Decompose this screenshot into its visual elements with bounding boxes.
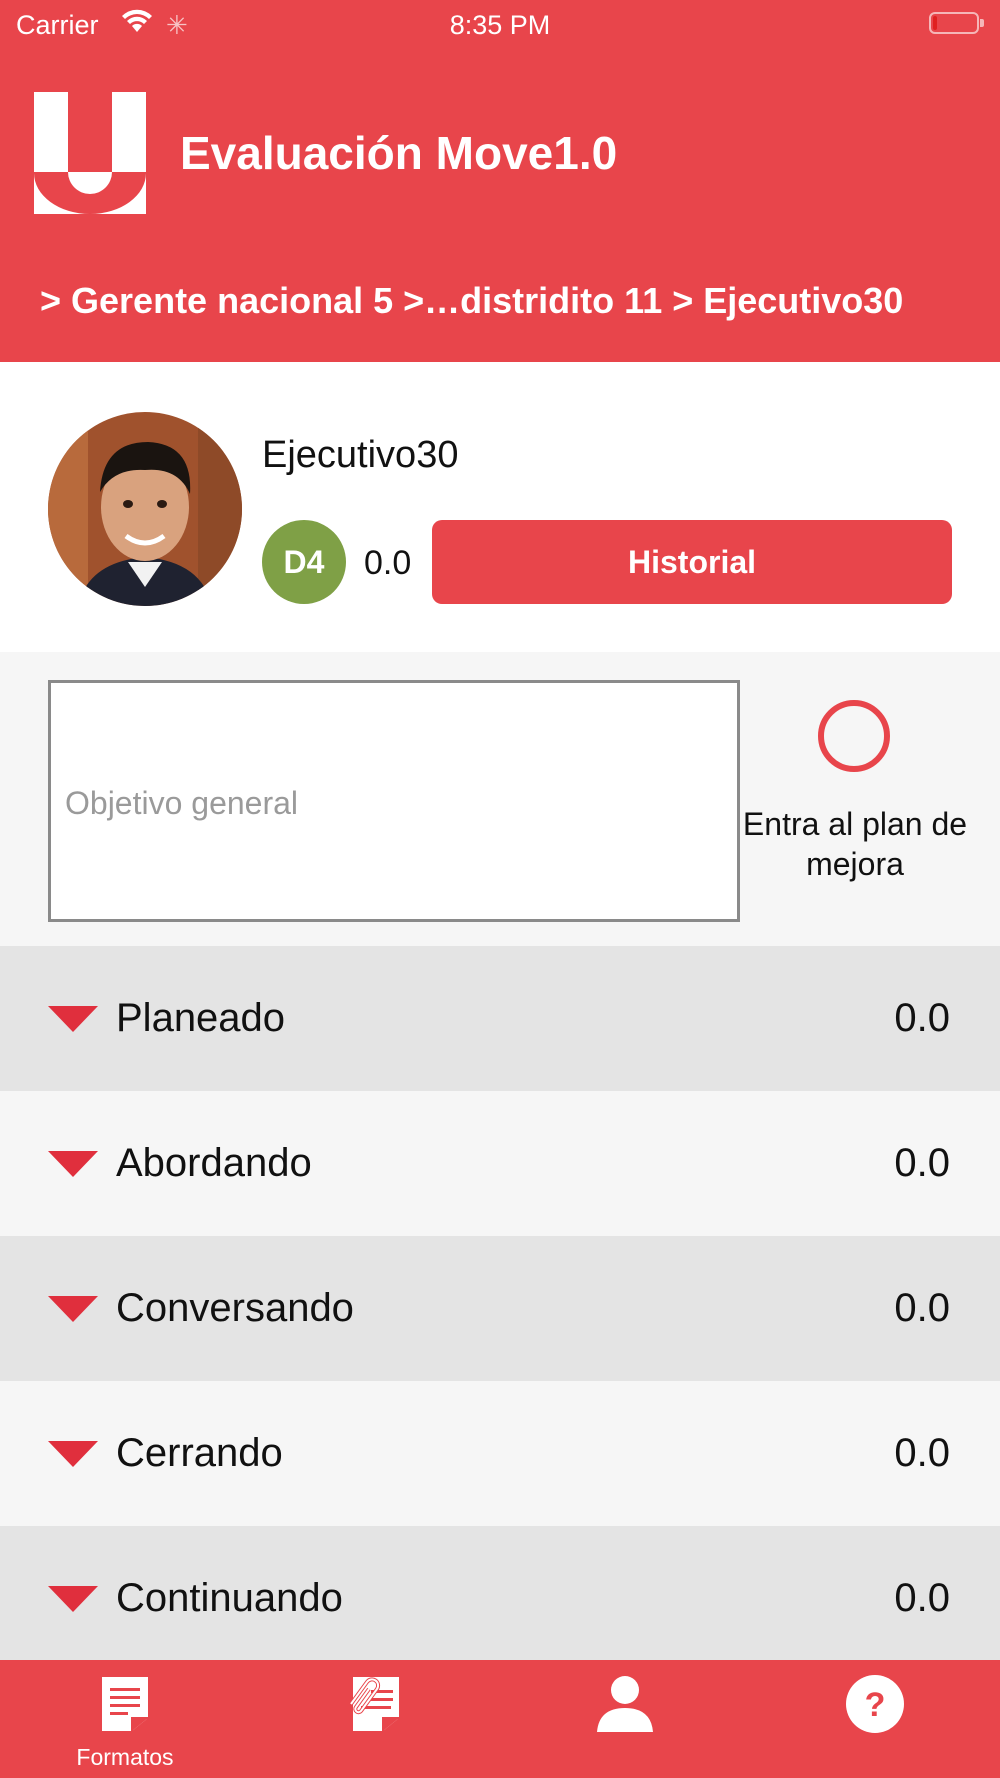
section-label: Cerrando [116,1431,283,1475]
chevron-down-icon [48,1151,98,1182]
historial-button[interactable]: Historial [432,520,952,604]
section-score: 0.0 [894,1286,950,1330]
tab-bar: Formatos ? [0,1660,1000,1778]
section-label: Conversando [116,1286,354,1330]
section-row-planeado[interactable]: Planeado 0.0 [0,946,1000,1091]
chevron-down-icon [48,1296,98,1327]
chevron-down-icon [48,1586,98,1617]
profile-card: Ejecutivo30 D4 0.0 Historial [0,362,1000,652]
section-score: 0.0 [894,1431,950,1475]
section-score: 0.0 [894,1141,950,1185]
user-name: Ejecutivo30 [262,434,459,476]
tab-formatos[interactable]: Formatos [0,1660,250,1778]
section-row-conversando[interactable]: Conversando 0.0 [0,1236,1000,1381]
improvement-plan-label: Entra al plan de mejora [742,806,968,882]
section-score: 0.0 [894,1576,950,1620]
u-logo-icon [34,92,146,219]
person-icon [500,1674,750,1734]
tab-label: Formatos [76,1744,174,1770]
tab-profile[interactable] [500,1660,750,1778]
attached-document-icon [250,1674,500,1734]
document-icon [0,1674,250,1734]
objective-section: Entra al plan de mejora [0,652,1000,946]
section-label: Planeado [116,996,286,1040]
tab-help[interactable]: ? [750,1660,1000,1778]
section-row-abordando[interactable]: Abordando 0.0 [0,1091,1000,1236]
level-badge: D4 [262,520,346,604]
chevron-down-icon [48,1441,98,1472]
app-header: Evaluación Move1.0 > Gerente nacional 5 … [0,50,1000,362]
avatar [48,412,242,606]
app-title: Evaluación Move1.0 [180,127,618,179]
help-icon: ? [750,1674,1000,1734]
breadcrumb[interactable]: > Gerente nacional 5 >…distridito 11 > E… [40,280,903,322]
status-time: 8:35 PM [449,10,551,40]
battery-icon [929,12,984,34]
section-row-continuando[interactable]: Continuando 0.0 [0,1526,1000,1660]
svg-text:?: ? [865,1686,886,1724]
objective-input[interactable] [48,680,740,922]
status-bar: Carrier ✳ 8:35 PM [0,0,1000,50]
section-label: Continuando [116,1576,343,1620]
section-label: Abordando [116,1141,312,1185]
overall-score: 0.0 [364,544,412,582]
tab-attachments[interactable] [250,1660,500,1778]
section-score: 0.0 [894,996,950,1040]
section-row-cerrando[interactable]: Cerrando 0.0 [0,1381,1000,1526]
chevron-down-icon [48,1006,98,1037]
improvement-plan-toggle[interactable] [818,700,890,772]
